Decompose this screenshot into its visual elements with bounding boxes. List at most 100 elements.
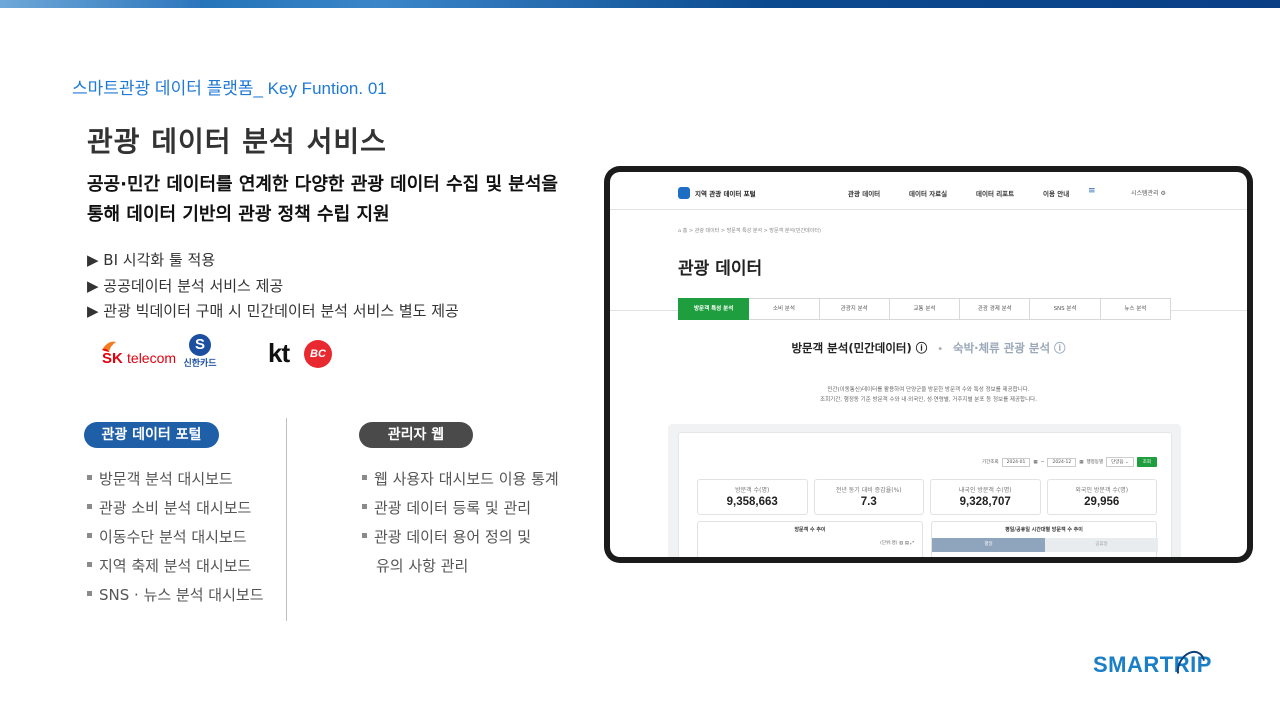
nav-item-tourism-data[interactable]: 관광 데이터 — [848, 188, 880, 198]
square-bullet-icon — [87, 475, 92, 480]
chart-unit: (단위:명) — [880, 541, 898, 546]
stat-value: 9,358,663 — [726, 496, 778, 508]
stat-label: 방문객 수(명) — [735, 487, 770, 494]
column-divider — [286, 418, 287, 621]
period-filter: 기간조회 2024-01 ▦ ~ 2024-12 ▦ 행정동별 단양읍 ⌄ 조회 — [982, 457, 1157, 467]
description-line-2: 조회기간, 행정동 기준 방문객 수와 내·외국인, 성·연령별, 거주지별 분… — [820, 397, 1037, 403]
shinhan-wordmark: 신한카드 — [183, 359, 217, 369]
portal-logo-icon[interactable] — [678, 187, 690, 199]
toggle-holiday[interactable]: 공휴일 — [1045, 538, 1158, 552]
square-bullet-icon — [362, 504, 367, 509]
bar-chart-icon[interactable]: ▥ — [899, 541, 903, 546]
feature-list: ▶ BI 시각화 툴 적용 ▶ 공공데이터 분석 서비스 제공 ▶ 관광 빅데이… — [87, 248, 459, 325]
list-item: 관광 데이터 용어 정의 및 — [362, 523, 559, 552]
toggle-weekday[interactable]: 평일 — [932, 538, 1045, 552]
stat-value: 9,328,707 — [959, 496, 1011, 508]
tab-consumption[interactable]: 소비 분석 — [749, 298, 820, 320]
sub-section-toggle: 방문객 분석(민간데이터) ⓘ • 숙박·체류 관광 분석 ⓘ — [610, 340, 1247, 356]
shinhan-mark-icon: S — [189, 334, 211, 356]
chart-unit-and-tools: (단위:명) ▥ ▤ ⤢ — [880, 540, 914, 546]
range-separator: ~ — [1040, 459, 1045, 465]
calendar-icon[interactable]: ▦ — [1079, 460, 1083, 465]
nav-item-usage-guide[interactable]: 이용 안내 — [1043, 188, 1069, 198]
dashboard-card: 기간조회 2024-01 ▦ ~ 2024-12 ▦ 행정동별 단양읍 ⌄ 조회… — [678, 432, 1172, 557]
square-bullet-icon — [87, 591, 92, 596]
square-bullet-icon — [87, 504, 92, 509]
section-description: 민간(이동통신)데이터를 활용하여 단양군을 방문한 방문객 수와 특성 정보를… — [610, 385, 1247, 405]
subtitle-line-2: 통해 데이터 기반의 관광 정책 수립 지원 — [87, 204, 390, 225]
list-item: 관광 데이터 등록 및 관리 — [362, 494, 559, 523]
partner-logos: SK telecom S 신한카드 kt BC — [100, 334, 350, 374]
list-item: 방문객 분석 대시보드 — [87, 465, 264, 494]
tab-sns[interactable]: SNS 분석 — [1030, 298, 1101, 320]
list-item: 이동수단 분석 대시보드 — [87, 523, 264, 552]
region-label: 행정동별 — [1086, 460, 1104, 465]
chart-title: 평일/공휴일 시간대별 방문객 수 추이 — [1005, 527, 1083, 533]
stat-value: 29,956 — [1084, 496, 1120, 508]
tab-news[interactable]: 뉴스 분석 — [1100, 298, 1171, 320]
portal-navbar: 지역 관광 데이터 포털 관광 데이터 데이터 자료실 데이터 리포트 이용 안… — [610, 172, 1247, 210]
stat-label: 전년 동기 대비 증감율(%) — [835, 487, 902, 494]
tab-economy[interactable]: 관광 경제 분석 — [960, 298, 1031, 320]
top-accent-highlight — [0, 0, 200, 8]
stat-card-foreign: 외국인 방문객 수(명) 29,956 — [1046, 479, 1157, 515]
section-visitor-private[interactable]: 방문객 분석(민간데이터) ⓘ — [791, 341, 927, 355]
tab-attractions[interactable]: 관광지 분석 — [819, 298, 890, 320]
table-view-icon[interactable]: ▤ — [905, 541, 909, 546]
section-separator: • — [937, 344, 944, 355]
square-bullet-icon — [362, 533, 367, 538]
page-subtitle: 공공·민간 데이터를 연계한 다양한 관광 데이터 수집 및 분석을 통해 데이… — [87, 170, 597, 230]
section-stay-analysis[interactable]: 숙박·체류 관광 분석 ⓘ — [953, 341, 1066, 355]
tablet-mockup: 지역 관광 데이터 포털 관광 데이터 데이터 자료실 데이터 리포트 이용 안… — [604, 166, 1253, 563]
feature-item: ▶ 관광 빅데이터 구매 시 민간데이터 분석 서비스 별도 제공 — [87, 302, 459, 320]
date-to-input[interactable]: 2024-12 — [1047, 457, 1077, 467]
weekday-holiday-chart: 평일/공휴일 시간대별 방문객 수 추이 평일 공휴일 — [931, 521, 1158, 557]
sk-telecom-wordmark: SK telecom — [102, 350, 177, 367]
subtitle-line-1: 공공·민간 데이터를 연계한 다양한 관광 데이터 수집 및 분석을 — [87, 174, 558, 195]
shinhan-card-logo: S 신한카드 — [180, 334, 220, 370]
portal-feature-list: 방문객 분석 대시보드 관광 소비 분석 대시보드 이동수단 분석 대시보드 지… — [87, 465, 264, 610]
tab-transport[interactable]: 교통 분석 — [889, 298, 961, 320]
day-type-toggle: 평일 공휴일 — [932, 538, 1158, 552]
hamburger-menu-icon[interactable]: ≡ — [1088, 186, 1096, 196]
list-item: 관광 소비 분석 대시보드 — [87, 494, 264, 523]
feature-item: ▶ BI 시각화 툴 적용 — [87, 251, 216, 269]
calendar-icon[interactable]: ▦ — [1033, 460, 1037, 465]
search-button[interactable]: 조회 — [1136, 457, 1157, 467]
admin-feature-list: 웹 사용자 대시보드 이용 통계 관광 데이터 등록 및 관리 관광 데이터 용… — [362, 465, 559, 581]
list-item-continuation: 유의 사항 관리 — [376, 557, 469, 575]
stat-card-yoy: 전년 동기 대비 증감율(%) 7.3 — [813, 479, 924, 515]
portal-pill: 관광 데이터 포털 — [84, 422, 219, 448]
date-from-input[interactable]: 2024-01 — [1001, 457, 1031, 467]
admin-web-pill: 관리자 웹 — [359, 422, 473, 448]
stat-label: 외국인 방문객 수(명) — [1075, 487, 1129, 494]
tablet-screen: 지역 관광 데이터 포털 관광 데이터 데이터 자료실 데이터 리포트 이용 안… — [610, 172, 1247, 557]
dashboard-panel: 기간조회 2024-01 ▦ ~ 2024-12 ▦ 행정동별 단양읍 ⌄ 조회… — [668, 424, 1181, 557]
kt-logo: kt — [268, 338, 290, 368]
list-item: SNS · 뉴스 분석 대시보드 — [87, 581, 264, 610]
region-select[interactable]: 단양읍 ⌄ — [1106, 457, 1134, 467]
nav-item-data-report[interactable]: 데이터 리포트 — [976, 188, 1014, 198]
portal-logo-text[interactable]: 지역 관광 데이터 포털 — [695, 188, 756, 198]
kicker-text: 스마트관광 데이터 플랫폼_ Key Funtion. 01 — [72, 79, 387, 98]
screen-heading: 관광 데이터 — [678, 259, 763, 279]
system-admin-link[interactable]: 시스템관리 ⚙ — [1131, 188, 1166, 197]
visitor-trend-chart: 방문객 수 추이 (단위:명) ▥ ▤ ⤢ — [697, 521, 923, 557]
breadcrumb[interactable]: ⌂ 홈 > 관광 데이터 > 방문객 특성 분석 > 방문객 분석(민간데이터) — [678, 227, 821, 234]
nav-item-data-library[interactable]: 데이터 자료실 — [909, 188, 947, 198]
expand-icon[interactable]: ⤢ — [910, 541, 914, 546]
stat-value: 7.3 — [860, 496, 877, 508]
analysis-tabs: 방문객 특성 분석 소비 분석 관광지 분석 교통 분석 관광 경제 분석 SN… — [678, 298, 1171, 320]
list-item: 지역 축제 분석 대시보드 — [87, 552, 264, 581]
bc-card-logo: BC — [304, 340, 332, 368]
square-bullet-icon — [87, 562, 92, 567]
square-bullet-icon — [87, 533, 92, 538]
chart-title: 방문객 수 추이 — [794, 527, 826, 533]
filter-label: 기간조회 — [982, 460, 999, 465]
feature-item: ▶ 공공데이터 분석 서비스 제공 — [87, 276, 284, 295]
stat-label: 내국인 방문객 수(명) — [958, 487, 1012, 494]
list-item: 웹 사용자 대시보드 이용 통계 — [362, 465, 559, 494]
square-bullet-icon — [362, 475, 367, 480]
description-line-1: 민간(이동통신)데이터를 활용하여 단양군을 방문한 방문객 수와 특성 정보를… — [827, 387, 1030, 393]
tab-visitor-analysis[interactable]: 방문객 특성 분석 — [678, 298, 750, 320]
